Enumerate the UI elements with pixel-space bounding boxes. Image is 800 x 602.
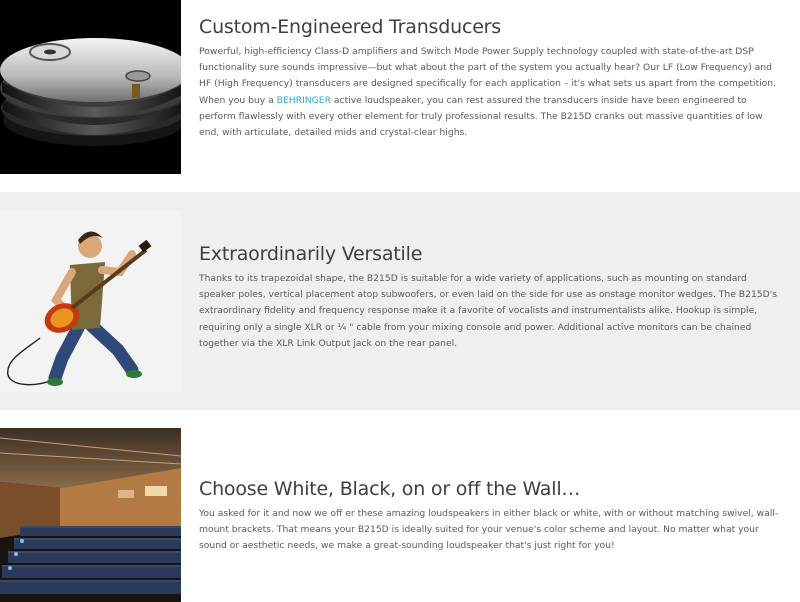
section-title: Extraordinarily Versatile xyxy=(199,243,423,265)
feature-content: Choose White, Black, on or off the Wall…… xyxy=(199,478,785,555)
feature-content: Extraordinarily Versatile Thanks to its … xyxy=(199,243,785,352)
section-body: You asked for it and now we off er these… xyxy=(199,508,779,552)
section-body: Thanks to its trapezoidal shape, the B21… xyxy=(199,273,778,349)
section-body: Powerful, high-efficiency Class-D amplif… xyxy=(199,44,785,141)
auditorium-image xyxy=(0,428,181,602)
feature-content: Custom-Engineered Transducers Powerful, … xyxy=(199,16,785,141)
transducer-speaker-image xyxy=(0,0,181,174)
section-title: Choose White, Black, on or off the Wall… xyxy=(199,478,581,500)
section-title: Custom-Engineered Transducers xyxy=(199,16,501,38)
feature-section-transducers: Custom-Engineered Transducers Powerful, … xyxy=(0,0,800,174)
behringer-link[interactable]: BEHRINGER xyxy=(277,95,331,106)
feature-section-colors: Choose White, Black, on or off the Wall…… xyxy=(0,428,800,602)
product-feature-page: Custom-Engineered Transducers Powerful, … xyxy=(0,0,800,602)
feature-section-versatile: Extraordinarily Versatile Thanks to its … xyxy=(0,192,800,410)
guitarist-image xyxy=(0,210,181,392)
